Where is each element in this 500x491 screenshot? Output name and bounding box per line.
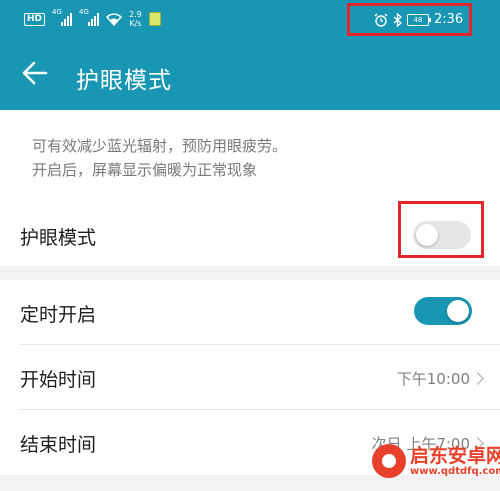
start-time-row[interactable]: 开始时间 下午10:00 [0, 345, 500, 409]
clock: 2:36 [434, 12, 464, 27]
toggle-knob [447, 300, 469, 322]
network-type-2: 4G [79, 8, 89, 16]
alarm-icon [374, 13, 388, 27]
speed-value: 2.9 [129, 10, 142, 19]
description-line-1: 可有效减少蓝光辐射，预防用眼疲劳。 [32, 137, 288, 155]
schedule-toggle[interactable] [414, 297, 472, 325]
watermark-url: www.qdtdfq.com [410, 465, 500, 477]
eye-mode-description: 可有效减少蓝光辐射，预防用眼疲劳。 开启后，屏幕显示偏暖为正常现象 [32, 134, 287, 182]
schedule-label: 定时开启 [20, 304, 97, 326]
toggle-highlight-box [398, 201, 484, 258]
signal-icon-2: 4G [79, 8, 100, 26]
schedule-row[interactable]: 定时开启 [0, 280, 500, 344]
start-time-label: 开始时间 [20, 369, 97, 391]
eye-mode-label: 护眼模式 [20, 227, 97, 249]
end-time-label: 结束时间 [20, 434, 97, 456]
status-right-highlight: 48 2:36 [347, 3, 472, 36]
watermark-logo-icon [372, 444, 406, 478]
back-arrow-icon[interactable] [20, 58, 50, 88]
start-time-value: 下午10:00 [396, 370, 470, 388]
notification-app-icon [148, 12, 161, 26]
page-title: 护眼模式 [76, 68, 172, 94]
network-speed: 2.9 K/s [129, 10, 142, 28]
app-toolbar: 护眼模式 [0, 42, 500, 110]
battery-icon: 48 [407, 13, 431, 26]
network-type-1: 4G [52, 8, 62, 16]
signal-icon-1: 4G [52, 8, 73, 26]
status-bar: HD 4G 4G 2.9 K/s 48 2:36 [0, 0, 500, 42]
speed-unit: K/s [129, 19, 142, 28]
description-line-2: 开启后，屏幕显示偏暖为正常现象 [32, 161, 258, 179]
watermark-name: 启东安卓网 [410, 444, 500, 467]
hd-badge: HD [24, 12, 46, 26]
status-left: HD 4G 4G 2.9 K/s [24, 8, 161, 28]
chevron-right-icon [471, 372, 484, 385]
watermark: 启东安卓网 www.qdtdfq.com [372, 444, 500, 478]
wifi-icon [106, 12, 123, 26]
watermark-text: 启东安卓网 www.qdtdfq.com [410, 446, 500, 477]
bluetooth-icon [393, 12, 402, 27]
